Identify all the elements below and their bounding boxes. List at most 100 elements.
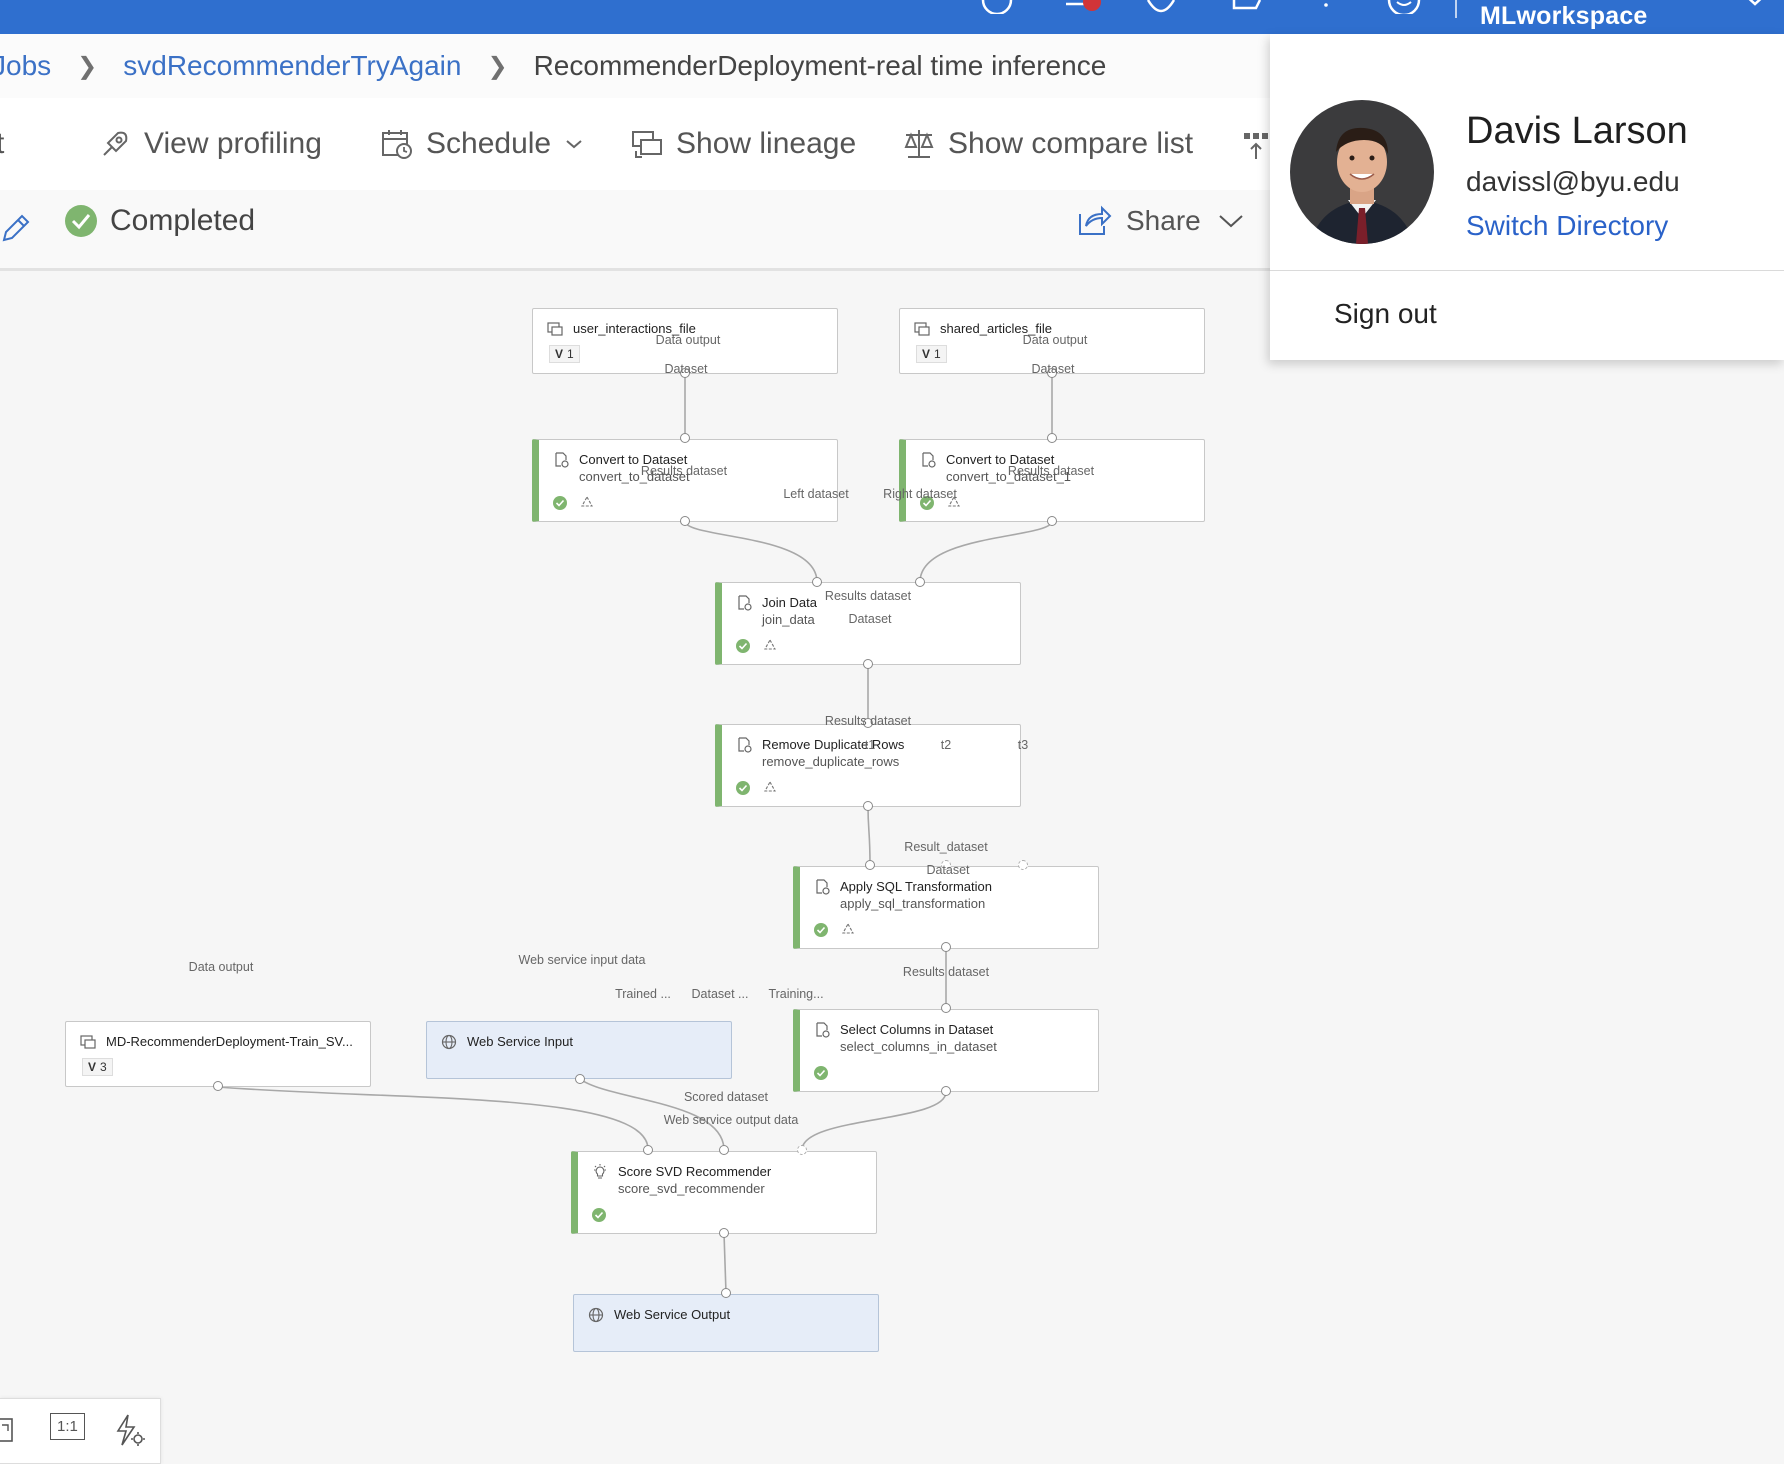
module-icon — [922, 452, 936, 468]
input-port[interactable] — [1047, 433, 1057, 443]
output-port[interactable] — [680, 516, 690, 526]
chevron-down-icon — [566, 140, 582, 149]
port-label: Dataset — [1031, 362, 1075, 376]
input-port[interactable] — [721, 1288, 731, 1298]
port-label: Right dataset — [883, 487, 957, 501]
feedback-icon[interactable] — [1230, 0, 1264, 14]
toolbar-truncated-item[interactable]: t — [0, 98, 4, 190]
auto-layout-icon[interactable] — [114, 1413, 146, 1449]
module-node-select-columns-in-dataset[interactable]: Select Columns in Dataset select_columns… — [793, 1009, 1099, 1092]
port-label: Results dataset — [824, 589, 912, 603]
share-button[interactable]: Share — [1076, 204, 1245, 238]
output-port[interactable] — [1047, 516, 1057, 526]
show-compare-list-label: Show compare list — [948, 127, 1194, 160]
input-port[interactable] — [865, 860, 875, 870]
chevron-right-icon: ❯ — [77, 52, 98, 80]
port-label: Web service input data — [518, 953, 646, 967]
view-profiling-button[interactable]: View profiling — [98, 98, 322, 190]
port-label: Results dataset — [824, 714, 912, 728]
topbar-divider — [1455, 0, 1457, 18]
workspace-name[interactable]: MLworkspace — [1480, 2, 1648, 31]
output-port[interactable] — [941, 1086, 951, 1096]
port-label: Left dataset — [783, 487, 849, 501]
node-title: Web Service Input — [467, 1034, 573, 1049]
lineage-icon — [632, 131, 662, 158]
breadcrumb-current: RecommenderDeployment-real time inferenc… — [533, 50, 1107, 81]
calendar-clock-icon — [382, 130, 412, 159]
output-port[interactable] — [213, 1081, 223, 1091]
sign-out-button[interactable]: Sign out — [1334, 298, 1437, 330]
show-compare-list-button[interactable]: Show compare list — [902, 98, 1193, 190]
module-icon — [816, 879, 830, 895]
input-port[interactable] — [941, 1003, 951, 1013]
module-node-convert-to-dataset-1[interactable]: Convert to Dataset convert_to_dataset_1 — [899, 439, 1205, 522]
output-port[interactable] — [941, 942, 951, 952]
input-port[interactable] — [812, 577, 822, 587]
top-navigation-bar: MLworkspace — [0, 0, 1784, 34]
port-label: Data output — [655, 333, 721, 347]
zoom-actual-size-button[interactable]: 1:1 — [50, 1413, 85, 1440]
reuse-icon — [764, 780, 776, 792]
question-icon[interactable] — [1316, 0, 1336, 14]
checkmark-circle-icon — [65, 205, 97, 237]
output-port[interactable] — [719, 1228, 729, 1238]
reuse-icon — [764, 638, 776, 650]
view-profiling-label: View profiling — [144, 127, 322, 160]
switch-directory-link[interactable]: Switch Directory — [1466, 210, 1668, 242]
input-port[interactable] — [915, 577, 925, 587]
status-badge: Completed — [64, 204, 255, 238]
port-label: Data output — [1022, 333, 1088, 347]
input-port[interactable] — [680, 433, 690, 443]
node-subtitle: join_data — [762, 612, 815, 627]
smiley-icon[interactable] — [1386, 0, 1422, 14]
flyout-divider — [1270, 270, 1784, 271]
port-label: Dataset ... — [691, 987, 749, 1001]
input-port[interactable] — [643, 1145, 653, 1155]
module-node-apply-sql-transformation[interactable]: Apply SQL Transformation apply_sql_trans… — [793, 866, 1099, 949]
edit-pencil-icon[interactable] — [0, 212, 32, 244]
schedule-button[interactable]: Schedule — [380, 98, 585, 190]
reuse-icon — [581, 495, 593, 507]
version-badge: V1 — [549, 345, 580, 363]
web-service-input-node[interactable]: Web Service Input — [426, 1021, 732, 1079]
breadcrumb-experiment[interactable]: svdRecommenderTryAgain — [123, 50, 461, 82]
module-icon — [738, 595, 752, 611]
module-node-convert-to-dataset[interactable]: Convert to Dataset convert_to_dataset — [532, 439, 838, 522]
pipeline-canvas[interactable]: user_interactions_file V1 shared_article… — [0, 271, 1784, 1462]
node-title: Remove Duplicate Rows — [762, 737, 905, 752]
module-icon — [555, 452, 569, 468]
scale-icon — [904, 130, 934, 158]
port-label: Scored dataset — [683, 1090, 769, 1104]
port-label: Results dataset — [1007, 464, 1095, 478]
success-check-icon — [814, 1066, 828, 1080]
module-node-score-svd-recommender[interactable]: Score SVD Recommender score_svd_recommen… — [571, 1151, 877, 1234]
output-port[interactable] — [863, 659, 873, 669]
port-label: t1 — [864, 738, 876, 752]
success-check-icon — [592, 1208, 606, 1222]
input-port[interactable] — [1018, 860, 1028, 870]
bell-icon[interactable] — [1062, 0, 1102, 14]
node-subtitle: select_columns_in_dataset — [840, 1039, 997, 1054]
web-service-output-node[interactable]: Web Service Output — [573, 1294, 879, 1352]
port-label: Dataset — [848, 612, 892, 626]
module-node-remove-duplicate-rows[interactable]: Remove Duplicate Rows remove_duplicate_r… — [715, 724, 1021, 807]
chevron-down-icon[interactable] — [1740, 0, 1770, 10]
input-port[interactable] — [719, 1145, 729, 1155]
port-label: Dataset — [664, 362, 708, 376]
status-label: Completed — [110, 204, 256, 237]
model-node-md-recommender[interactable]: MD-RecommenderDeployment-Train_SV... V3 — [65, 1021, 371, 1087]
output-port[interactable] — [575, 1074, 585, 1084]
share-label: Share — [1126, 205, 1201, 236]
input-port[interactable] — [797, 1145, 807, 1155]
output-port[interactable] — [863, 801, 873, 811]
gear-icon[interactable] — [1144, 0, 1178, 14]
help-circle-icon[interactable] — [980, 0, 1014, 14]
dataset-icon — [914, 322, 930, 336]
fit-to-screen-icon[interactable] — [0, 1415, 18, 1445]
node-title: Join Data — [762, 595, 817, 610]
breadcrumb-jobs[interactable]: Jobs — [0, 50, 51, 82]
success-check-icon — [736, 639, 750, 653]
canvas-zoom-controls: 1:1 — [0, 1398, 161, 1464]
version-badge: V1 — [916, 345, 947, 363]
show-lineage-button[interactable]: Show lineage — [630, 98, 856, 190]
